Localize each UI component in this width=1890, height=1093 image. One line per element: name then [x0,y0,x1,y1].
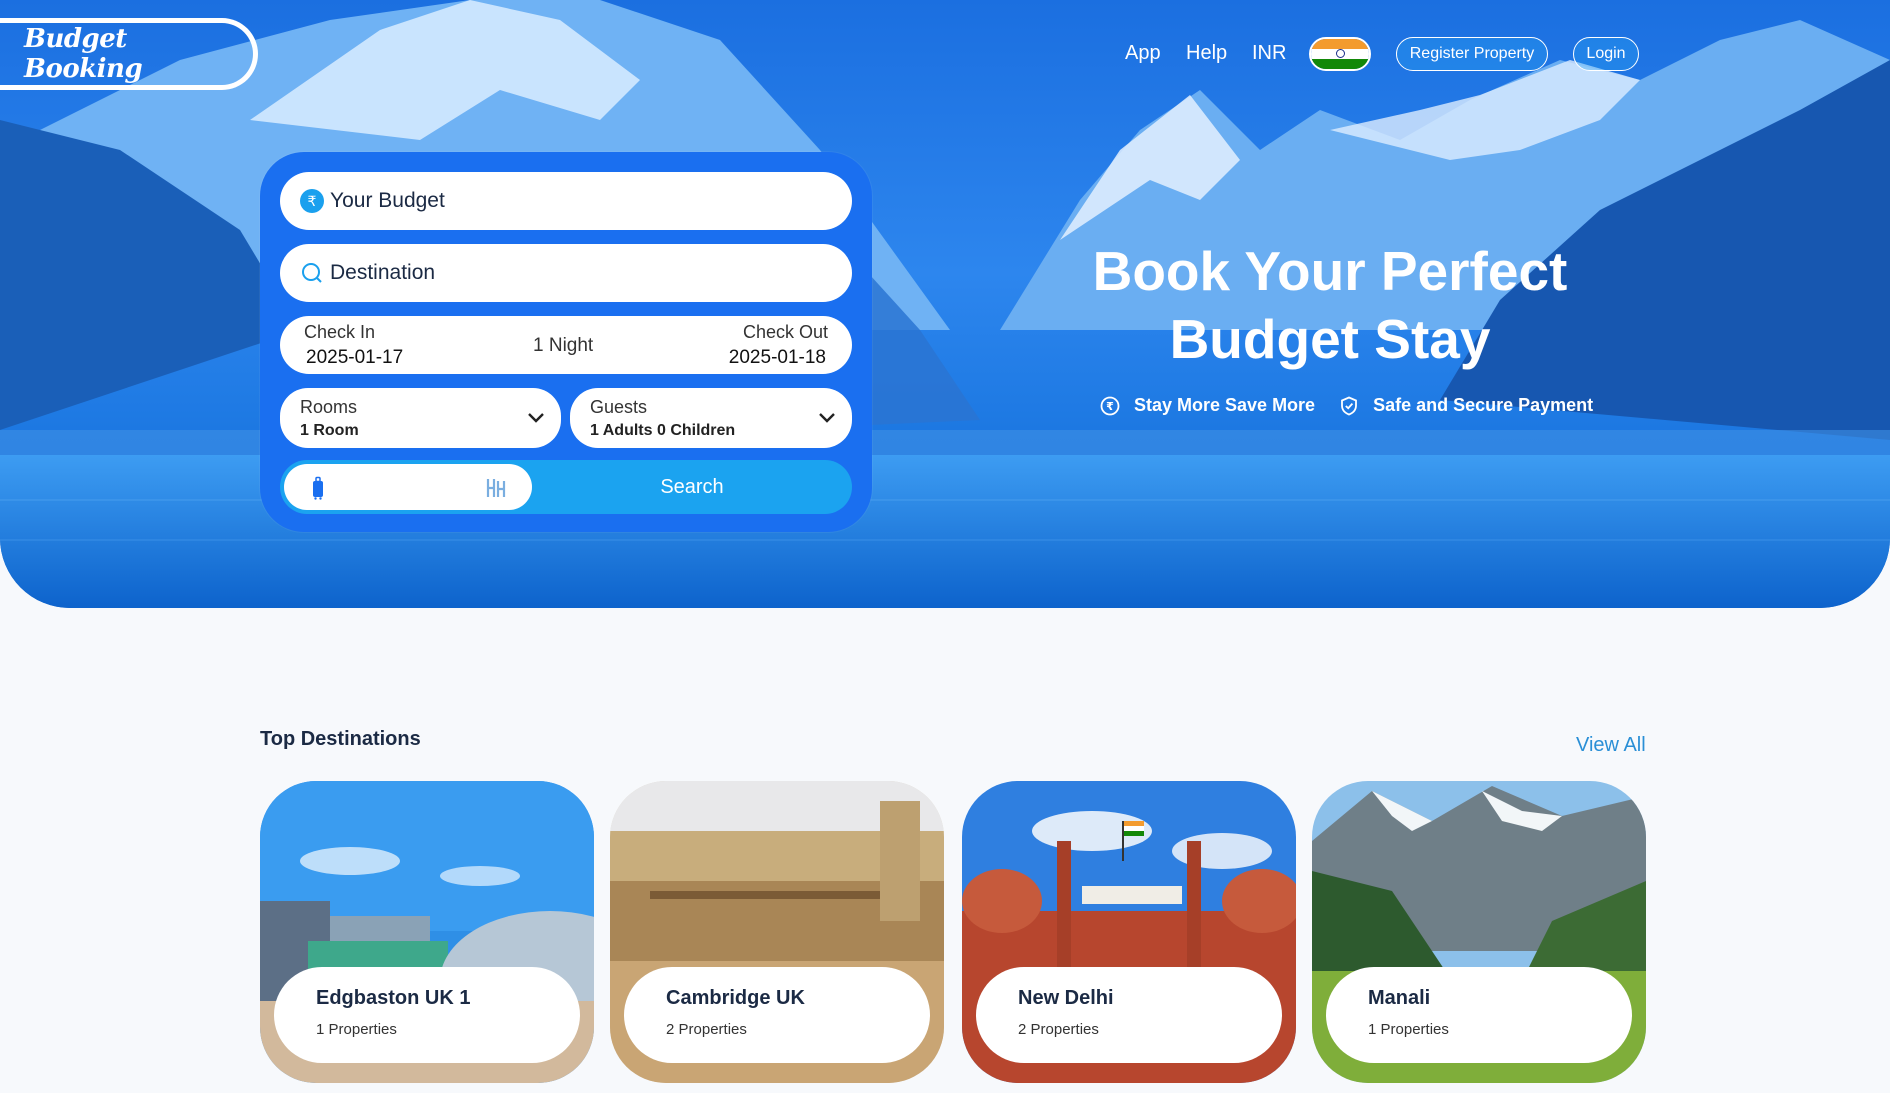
savings-icon: ₹ [1100,396,1120,415]
nav-app-link[interactable]: App [1125,42,1161,65]
hero-headline-line2: Budget Stay [1169,308,1491,370]
check-out-value[interactable]: 2025-01-18 [729,347,826,369]
search-button[interactable]: Search [532,460,852,514]
svg-text:₹: ₹ [1106,400,1114,413]
rooms-select[interactable]: Rooms 1 Room [280,388,561,448]
section-title: Top Destinations [260,728,421,750]
budget-placeholder: Your Budget [330,189,445,212]
destination-name: Manali [1368,987,1431,1009]
nav-help-link[interactable]: Help [1186,42,1227,65]
nav-currency-select[interactable]: INR [1252,42,1286,65]
rooms-label: Rooms [300,397,358,417]
destination-card-cambridge[interactable]: Cambridge UK 2 Properties [610,781,944,1083]
brand-logo-text: Budget Booking [24,24,143,84]
guests-value: 1 Adults 0 Children [590,422,736,439]
destination-field[interactable]: Destination [280,244,852,302]
nights-count: 1 Night [533,335,594,356]
destination-card-new-delhi[interactable]: New Delhi 2 Properties [962,781,1296,1083]
budget-field[interactable]: ₹ Your Budget [280,172,852,230]
search-icon [302,263,322,283]
search-button-label: Search [660,475,724,498]
hero-headline: Book Your Perfect Budget Stay [1070,237,1590,373]
destination-info: New Delhi 2 Properties [976,967,1282,1063]
destination-count: 2 Properties [1018,1021,1099,1038]
hotel-icon[interactable] [482,475,508,501]
chevron-down-icon [528,413,544,423]
login-button[interactable]: Login [1573,37,1639,71]
destination-placeholder: Destination [330,261,436,284]
check-in-value[interactable]: 2025-01-17 [306,347,403,369]
luggage-icon[interactable] [310,476,326,500]
view-all-link[interactable]: View All [1576,734,1646,757]
guests-label: Guests [590,397,648,417]
shield-icon [1341,396,1357,415]
chevron-down-icon [819,413,835,423]
hero-headline-line1: Book Your Perfect [1092,240,1568,302]
feature-secure-payment: Safe and Secure Payment [1373,395,1594,415]
destination-info: Manali 1 Properties [1326,967,1632,1063]
stay-type-toggle[interactable] [284,464,532,510]
destination-count: 2 Properties [666,1021,747,1038]
destination-card-manali[interactable]: Manali 1 Properties [1312,781,1646,1083]
hero-features: ₹ Stay More Save More Safe and Secure Pa… [1100,395,1593,416]
destination-name: Cambridge UK [666,987,805,1009]
rooms-value: 1 Room [300,422,359,439]
check-out-label: Check Out [742,322,828,342]
register-property-button[interactable]: Register Property [1396,37,1548,71]
destination-name: Edgbaston UK 1 [316,987,471,1009]
india-flag-icon[interactable] [1309,37,1371,71]
search-panel: ₹ Your Budget Destination Check In 2025-… [260,152,872,532]
date-range-picker[interactable]: Check In 2025-01-17 1 Night Check Out 20… [280,316,852,374]
search-bar: Search [280,460,852,514]
destination-info: Edgbaston UK 1 1 Properties [274,967,580,1063]
destination-info: Cambridge UK 2 Properties [624,967,930,1063]
brand-logo[interactable]: Budget Booking [0,18,258,90]
rupee-icon: ₹ [300,189,324,213]
feature-save-more: Stay More Save More [1134,395,1316,415]
destination-name: New Delhi [1018,987,1114,1009]
destination-card-edgbaston[interactable]: Edgbaston UK 1 1 Properties [260,781,594,1083]
guests-select[interactable]: Guests 1 Adults 0 Children [570,388,852,448]
check-in-label: Check In [304,322,376,342]
login-label: Login [1586,45,1626,62]
destination-count: 1 Properties [1368,1021,1449,1038]
register-property-label: Register Property [1409,45,1535,62]
destination-count: 1 Properties [316,1021,397,1038]
hero-banner: Budget Booking App Help INR Register Pro… [0,0,1890,608]
